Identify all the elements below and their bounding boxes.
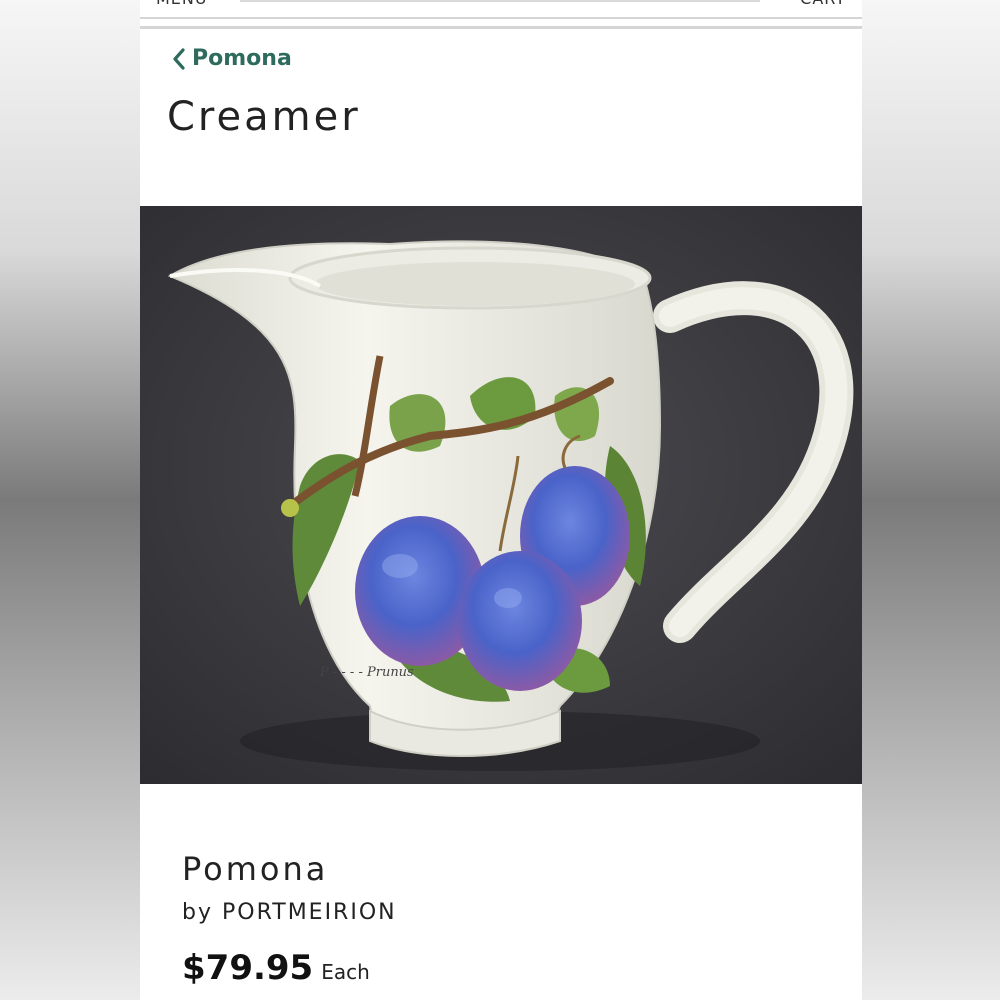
price-row: $79.95 Each <box>182 948 370 988</box>
chevron-left-icon <box>172 47 186 71</box>
divider <box>140 17 862 19</box>
cart-button[interactable]: CART <box>800 0 846 8</box>
brand-prefix: by <box>182 900 213 925</box>
page-title: Creamer <box>167 94 361 140</box>
price-unit: Each <box>321 960 370 984</box>
product-brand: by PORTMEIRION <box>182 900 397 925</box>
product-name: Pomona <box>182 850 329 888</box>
breadcrumb-label: Pomona <box>192 46 292 71</box>
divider <box>140 26 862 29</box>
svg-text:P - - - - Prunus: P - - - - Prunus <box>319 665 414 680</box>
mobile-page: MENU CART Pomona Creamer <box>140 0 862 1000</box>
product-price: $79.95 <box>182 948 314 988</box>
breadcrumb-back-link[interactable]: Pomona <box>172 46 292 71</box>
menu-button[interactable]: MENU <box>156 0 208 8</box>
top-navigation-bar: MENU CART <box>140 0 862 30</box>
search-input[interactable] <box>240 0 760 2</box>
brand-name[interactable]: PORTMEIRION <box>222 900 397 925</box>
product-image[interactable]: P - - - - Prunus <box>140 206 862 784</box>
